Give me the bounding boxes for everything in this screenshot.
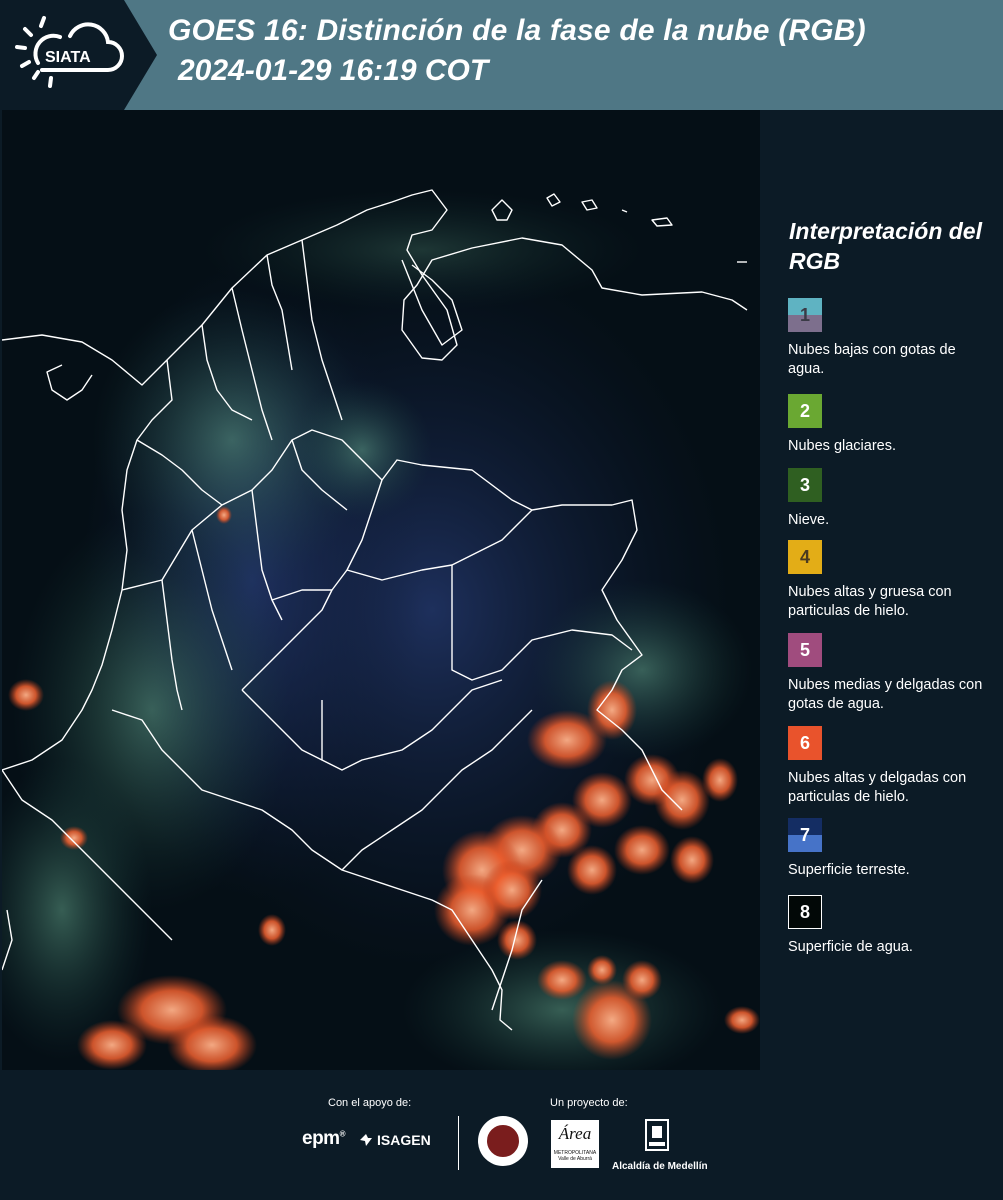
epm-logo-text: epm bbox=[302, 1128, 340, 1149]
area-logo-subtext-2: Valle de Aburrá bbox=[558, 1156, 592, 1162]
isagen-logo-text: ISAGEN bbox=[377, 1132, 431, 1148]
area-logo-text: Área bbox=[558, 1124, 592, 1143]
legend-number: 3 bbox=[799, 474, 810, 495]
legend-swatch: 7 bbox=[788, 818, 822, 852]
legend-number: 5 bbox=[799, 639, 810, 660]
legend-description: Nubes altas y delgadas con particulas de… bbox=[788, 770, 967, 805]
project-label: Un proyecto de: bbox=[550, 1097, 628, 1109]
page-timestamp: 2024-01-29 16:19 COT bbox=[178, 54, 489, 87]
legend-number: 2 bbox=[799, 400, 810, 421]
legend-item: 2 Nubes glaciares. bbox=[788, 394, 988, 456]
coat-of-arms-icon bbox=[645, 1119, 669, 1151]
legend-number: 7 bbox=[799, 824, 810, 845]
satellite-map[interactable] bbox=[2, 110, 760, 1070]
legend-item: 4 Nubes altas y gruesa con particulas de… bbox=[788, 540, 988, 621]
siata-sun-cloud-icon: SIATA bbox=[15, 16, 124, 88]
cloud-region-green bbox=[292, 380, 432, 520]
page-title: GOES 16: Distinción de la fase de la nub… bbox=[168, 14, 866, 47]
legend-panel: Interpretación del RGB 1 Nubes bajas con… bbox=[760, 110, 1003, 1070]
legend-number: 6 bbox=[799, 732, 810, 753]
legend-swatch: 5 bbox=[788, 633, 822, 667]
legend-number: 1 bbox=[799, 304, 810, 325]
siata-logo-text: SIATA bbox=[45, 49, 91, 66]
footer-divider bbox=[458, 1116, 459, 1170]
isagen-logo-icon bbox=[360, 1134, 372, 1146]
area-metropolitana-logo: Área METROPOLITANA Valle de Aburrá bbox=[551, 1120, 599, 1168]
seal-logo bbox=[478, 1116, 528, 1166]
footer: Con el apoyo de: Un proyecto de: epm® IS… bbox=[0, 1070, 1003, 1200]
legend-item: 6 Nubes altas y delgadas con particulas … bbox=[788, 726, 988, 807]
legend-swatch: 1 bbox=[788, 298, 822, 332]
legend-swatch: 4 bbox=[788, 540, 822, 574]
legend-item: 7 Superficie terreste. bbox=[788, 818, 988, 880]
cloud-region-green bbox=[202, 190, 642, 310]
isagen-logo: ISAGEN bbox=[358, 1132, 431, 1148]
header: SIATA GOES 16: Distinción de la fase de … bbox=[0, 0, 1003, 110]
legend-title: Interpretación del RGB bbox=[789, 218, 982, 274]
legend-swatch: 6 bbox=[788, 726, 822, 760]
legend-description: Superficie de agua. bbox=[788, 939, 913, 955]
legend-item: 8 Superficie de agua. bbox=[788, 895, 988, 957]
legend-number: 8 bbox=[799, 901, 810, 922]
epm-logo: epm® bbox=[302, 1128, 346, 1149]
legend-item: 3 Nieve. bbox=[788, 468, 988, 530]
legend-item: 5 Nubes medias y delgadas con gotas de a… bbox=[788, 633, 988, 714]
legend-description: Nubes altas y gruesa con particulas de h… bbox=[788, 584, 952, 619]
rgb-satellite-image bbox=[2, 110, 760, 1070]
alcaldia-logo-text: Alcaldía de Medellín bbox=[612, 1161, 708, 1172]
legend-description: Nieve. bbox=[788, 512, 830, 528]
legend-swatch: 2 bbox=[788, 394, 822, 428]
legend-description: Nubes glaciares. bbox=[788, 438, 896, 454]
legend-description: Nubes medias y delgadas con gotas de agu… bbox=[788, 677, 983, 712]
support-label: Con el apoyo de: bbox=[328, 1097, 412, 1109]
legend-item: 1 Nubes bajas con gotas de agua. bbox=[788, 298, 988, 379]
legend-description: Superficie terreste. bbox=[788, 862, 910, 878]
legend-swatch: 3 bbox=[788, 468, 822, 502]
legend-number: 4 bbox=[799, 546, 810, 567]
alcaldia-logo: Alcaldía de Medellín bbox=[612, 1118, 708, 1172]
legend-description: Nubes bajas con gotas de agua. bbox=[788, 342, 956, 377]
legend-swatch: 8 bbox=[788, 895, 822, 929]
siata-logo: SIATA bbox=[0, 0, 157, 110]
